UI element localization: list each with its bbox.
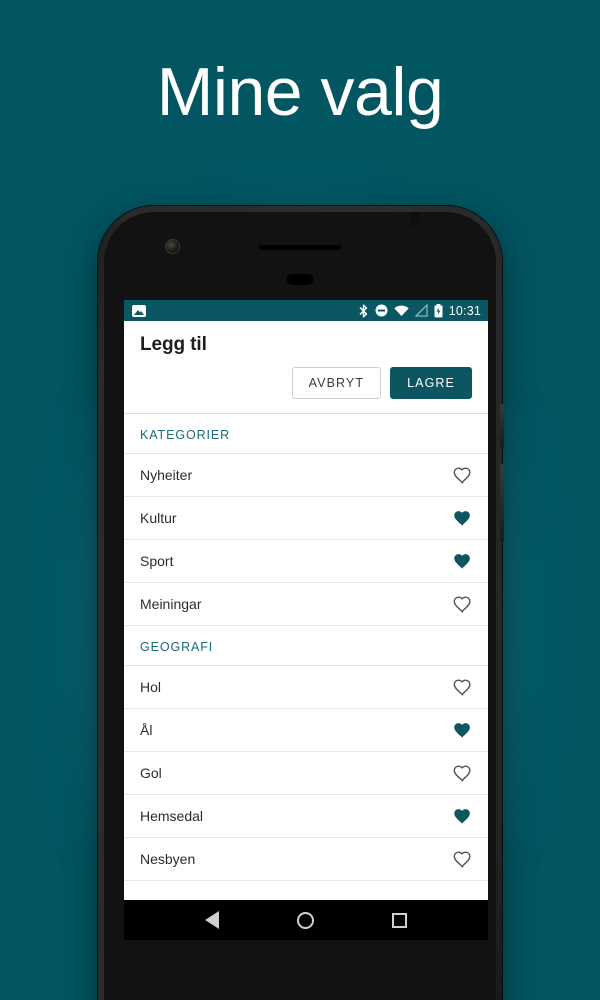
heart-filled-icon[interactable] [452,806,473,827]
bluetooth-icon [358,303,369,318]
status-bar-notifications [132,304,146,317]
app-header: Legg til AVBRYT LAGRE [124,321,488,414]
list-item-label: Hemsedal [140,808,204,824]
back-icon[interactable] [205,911,219,929]
home-icon[interactable] [297,911,314,929]
heart-filled-icon[interactable] [452,720,473,741]
section-header-geografi: GEOGRAFI [124,626,488,666]
sensor-pill [286,274,314,285]
earpiece-speaker [259,245,341,250]
section-header-kategorier: KATEGORIER [124,414,488,454]
do-not-disturb-icon [375,304,388,317]
signal-off-icon [414,304,428,317]
phone-screen: 10:31 Legg til AVBRYT LAGRE KATEGORIER N… [124,300,488,940]
heart-outline-icon[interactable] [452,465,473,486]
list-item-label: Kultur [140,510,177,526]
volume-button[interactable] [500,464,504,542]
heart-filled-icon[interactable] [452,508,473,529]
app-title: Legg til [140,334,207,355]
cancel-button[interactable]: AVBRYT [291,367,382,399]
list-item-label: Nesbyen [140,851,196,867]
phone-device: 10:31 Legg til AVBRYT LAGRE KATEGORIER N… [98,206,504,1000]
heart-outline-icon[interactable] [452,594,473,615]
android-navigation-bar [124,900,488,940]
heart-outline-icon[interactable] [452,677,473,698]
list-item[interactable]: Ål [124,709,488,752]
power-button[interactable] [500,404,504,448]
list-item-label: Sport [140,553,174,569]
list-item[interactable]: Gol [124,752,488,795]
recents-icon[interactable] [392,912,407,928]
header-actions: AVBRYT LAGRE [140,367,472,399]
options-list: KATEGORIER Nyheiter Kultur Sport Meining… [124,414,488,881]
image-notification-icon [132,304,146,317]
status-bar: 10:31 [124,300,488,321]
heart-filled-icon[interactable] [452,551,473,572]
list-item[interactable]: Meiningar [124,583,488,626]
list-item[interactable]: Kultur [124,497,488,540]
antenna-line [411,212,420,226]
list-item[interactable]: Sport [124,540,488,583]
list-item-label: Meiningar [140,596,202,612]
list-item[interactable]: Nyheiter [124,454,488,497]
status-bar-clock: 10:31 [448,303,481,318]
list-item-label: Hol [140,679,162,695]
wifi-icon [394,305,409,317]
phone-bezel: 10:31 Legg til AVBRYT LAGRE KATEGORIER N… [104,212,496,1000]
list-item[interactable]: Hemsedal [124,795,488,838]
status-bar-system-icons: 10:31 [358,303,481,318]
list-item-label: Nyheiter [140,467,193,483]
battery-charging-icon [434,303,443,318]
save-button[interactable]: LAGRE [390,367,472,399]
heart-outline-icon[interactable] [452,763,473,784]
page-title: Mine valg [156,54,444,130]
list-item-label: Gol [140,765,162,781]
list-item[interactable]: Nesbyen [124,838,488,881]
list-item-label: Ål [140,722,153,738]
heart-outline-icon[interactable] [452,849,473,870]
list-item[interactable]: Hol [124,666,488,709]
front-camera-icon [166,240,179,253]
